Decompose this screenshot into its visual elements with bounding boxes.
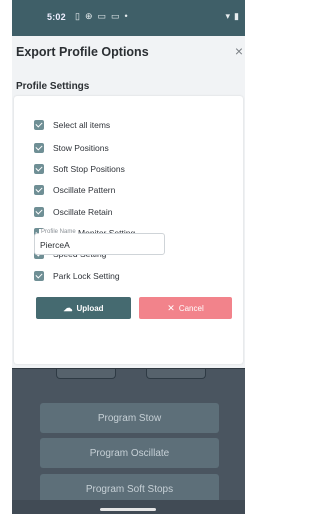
dialog-title: Export Profile Options bbox=[16, 45, 149, 59]
checkbox-checked-icon[interactable] bbox=[34, 164, 44, 174]
select-all-checkbox-row[interactable]: Select all items bbox=[34, 118, 110, 132]
cancel-button[interactable]: ✕ Cancel bbox=[139, 297, 232, 319]
checkbox-label: Oscillate Pattern bbox=[53, 185, 116, 195]
stow-positions-checkbox-row[interactable]: Stow Positions bbox=[34, 141, 109, 155]
section-title: Profile Settings bbox=[16, 81, 90, 92]
oscillate-pattern-checkbox-row[interactable]: Oscillate Pattern bbox=[34, 183, 115, 197]
close-icon: ✕ bbox=[167, 302, 175, 313]
background-tab-right bbox=[146, 369, 206, 379]
park-lock-checkbox-row[interactable]: Park Lock Setting bbox=[34, 269, 120, 283]
status-right-icons: ▾ ▮ bbox=[226, 11, 239, 22]
wifi-icon: ▾ bbox=[225, 11, 231, 21]
navigation-bar bbox=[12, 500, 245, 514]
program-oscillate-button[interactable]: Program Oscillate bbox=[40, 438, 219, 468]
soft-stop-positions-checkbox-row[interactable]: Soft Stop Positions bbox=[34, 162, 125, 176]
cloud-upload-icon: ☁ bbox=[63, 302, 73, 313]
upload-button[interactable]: ☁ Upload bbox=[36, 297, 131, 319]
checkbox-checked-icon[interactable] bbox=[34, 207, 44, 217]
dialog-header: Export Profile Options × bbox=[12, 36, 245, 68]
screen-icon: ▭ bbox=[111, 11, 120, 21]
status-icons: ▯ ⊕ ▭ ▭ • bbox=[75, 11, 128, 22]
checkbox-checked-icon[interactable] bbox=[34, 271, 44, 281]
background-tab-left bbox=[56, 369, 116, 379]
close-icon[interactable]: × bbox=[235, 44, 243, 58]
cancel-label: Cancel bbox=[178, 303, 204, 313]
checkbox-label: Soft Stop Positions bbox=[53, 164, 125, 174]
notification-dot-icon: • bbox=[124, 11, 128, 21]
checkbox-label: Park Lock Setting bbox=[53, 271, 120, 281]
window-icon: ▭ bbox=[97, 11, 107, 21]
program-stow-button[interactable]: Program Stow bbox=[40, 403, 219, 433]
checkbox-label: Oscillate Retain bbox=[53, 207, 113, 217]
divider bbox=[12, 368, 245, 369]
home-gesture-bar[interactable] bbox=[100, 508, 156, 511]
checkbox-checked-icon[interactable] bbox=[34, 143, 44, 153]
phone-screen: 5:02 ▯ ⊕ ▭ ▭ • ▾ ▮ Program Stow Program … bbox=[12, 0, 245, 514]
oscillate-retain-checkbox-row[interactable]: Oscillate Retain bbox=[34, 205, 113, 219]
settings-icon: ⊕ bbox=[84, 11, 93, 21]
checkbox-checked-icon[interactable] bbox=[34, 185, 44, 195]
battery-icon: ▮ bbox=[234, 11, 239, 21]
profile-name-value[interactable]: PierceA bbox=[40, 240, 70, 250]
checkbox-checked-icon[interactable] bbox=[34, 120, 44, 130]
checkbox-label: Select all items bbox=[53, 120, 111, 130]
upload-label: Upload bbox=[76, 303, 104, 313]
profile-name-field[interactable]: Profile Name PierceA bbox=[34, 229, 165, 255]
status-time: 5:02 bbox=[47, 12, 66, 22]
profile-name-label: Profile Name bbox=[39, 229, 78, 235]
status-bar: 5:02 ▯ ⊕ ▭ ▭ • ▾ ▮ bbox=[12, 0, 245, 36]
sim-icon: ▯ bbox=[75, 11, 80, 21]
checkbox-label: Stow Positions bbox=[53, 143, 109, 153]
